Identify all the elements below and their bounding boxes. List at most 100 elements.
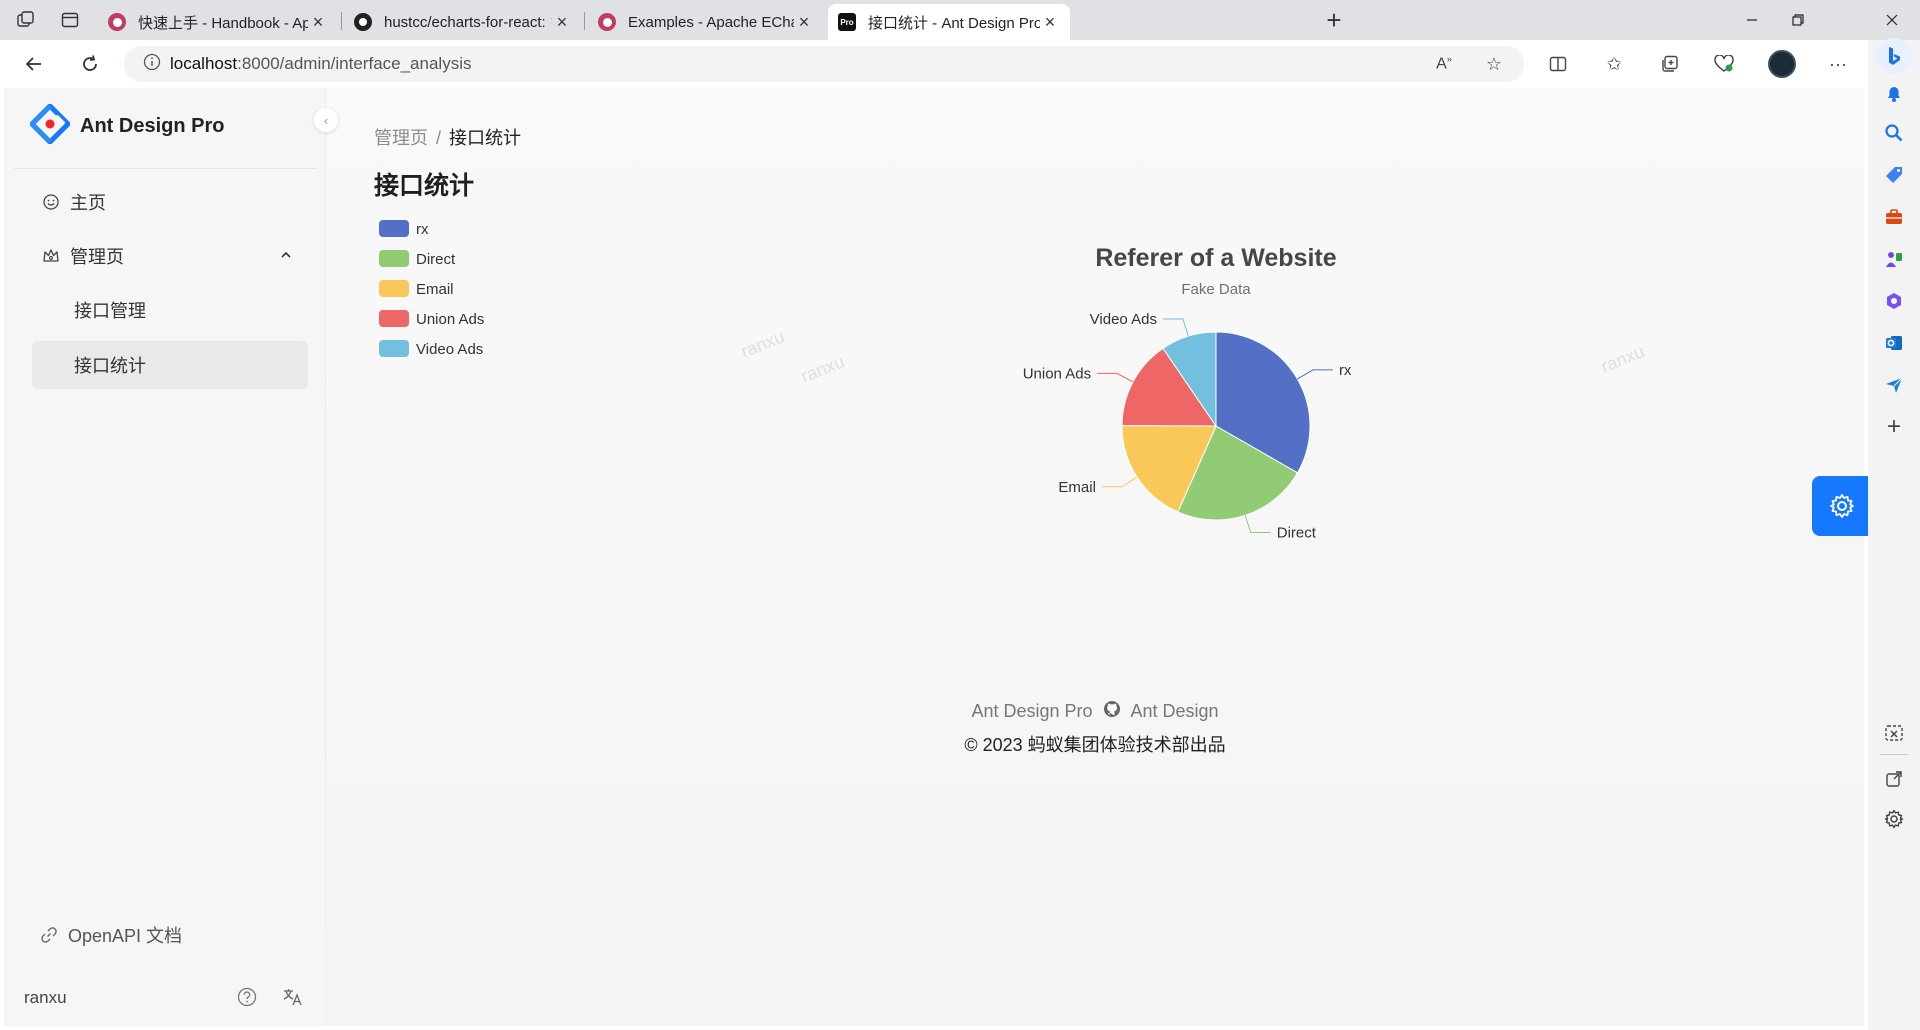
url-text: localhost:8000/admin/interface_analysis [170,54,472,73]
profile-avatar[interactable] [1766,48,1798,80]
translation-icon[interactable] [280,984,306,1010]
pie-label-line [1297,369,1333,380]
chevron-up-icon [280,248,292,264]
add-icon[interactable]: + [1881,413,1907,440]
logo-text: Ant Design Pro [80,114,225,137]
sidebar-item-interface-management[interactable]: 接口管理 [32,286,308,334]
pie-label: Email [1058,479,1096,496]
screenshot-icon[interactable] [1881,720,1907,746]
logo[interactable]: Ant Design Pro [29,103,225,149]
tab-title: 快速上手 - Handbook - Apache E [138,14,308,32]
browser-tab-1[interactable]: 快速上手 - Handbook - Apache E × [98,4,338,40]
legend-swatch [379,310,409,327]
divider [1880,754,1908,755]
breadcrumb: 管理页 / 接口统计 [374,128,522,148]
close-icon[interactable]: × [1040,12,1060,33]
info-icon[interactable] [134,53,170,76]
outlook-icon[interactable] [1881,330,1907,356]
send-icon[interactable] [1881,372,1907,398]
sidebar-settings-icon[interactable] [1881,806,1907,832]
close-icon[interactable]: × [794,12,814,33]
tab-actions-icon[interactable] [52,4,88,36]
browser-tab-strip: 快速上手 - Handbook - Apache E × hustcc/echa… [0,0,1920,40]
ant-design-logo-icon [29,103,71,149]
breadcrumb-item[interactable]: 管理页 [374,128,428,148]
github-icon[interactable] [1103,700,1121,723]
browser-tab-4[interactable]: Pro 接口统计 - Ant Design Pro × [828,4,1070,40]
sidebar-item-label: 管理页 [70,247,124,267]
games-icon[interactable] [1881,246,1907,272]
legend-label: Direct [416,251,456,268]
link-icon [41,927,57,943]
read-aloud-icon[interactable]: A» [1428,48,1460,80]
collections-icon[interactable] [1654,48,1686,80]
sidebar-item-label: 接口管理 [74,301,146,321]
favorite-star-icon[interactable]: ☆ [1478,48,1510,80]
question-circle-icon[interactable] [234,984,260,1010]
back-button[interactable] [16,48,52,80]
footer-link-pro[interactable]: Ant Design Pro [971,701,1092,722]
open-external-icon[interactable] [1881,766,1907,792]
search-icon[interactable] [1881,120,1907,146]
sidebar-item-admin[interactable]: 管理页 [32,232,308,280]
echarts-icon [598,13,616,31]
smile-icon [43,194,59,210]
bing-copilot-icon[interactable] [1876,38,1912,74]
pie-chart: ranxuranxuranxuranxuReferer of a Website… [374,208,1774,568]
split-screen-icon[interactable] [1542,48,1574,80]
tab-title: Examples - Apache ECharts [628,13,794,31]
legend-swatch [379,340,409,357]
footer-link-antd[interactable]: Ant Design [1131,701,1219,722]
divider [14,168,316,169]
pie-label-line [1097,372,1134,383]
copyright-icon: © [964,735,978,755]
legend-label: Video Ads [416,341,483,358]
browser-tab-3[interactable]: Examples - Apache ECharts × [588,4,824,40]
pie-label-line [1244,515,1271,533]
bell-icon[interactable] [1881,80,1907,106]
restore-button[interactable] [1770,0,1826,40]
more-options-icon[interactable]: ··· [1822,48,1854,80]
refresh-button[interactable] [72,48,108,80]
sidebar-item-label: 接口统计 [74,356,146,376]
username[interactable]: ranxu [24,988,67,1008]
tab-title: hustcc/echarts-for-react: 🐍 Apa [384,14,552,31]
sidebar-item-label: 主页 [70,193,106,213]
microsoft-365-icon[interactable] [1881,288,1907,314]
browser-tab-2[interactable]: hustcc/echarts-for-react: 🐍 Apa × [344,4,582,40]
watermark-text: ranxu [738,326,787,361]
edge-sidebar: + [1868,38,1920,1030]
close-icon[interactable]: × [552,12,572,33]
pie-label-line [1101,476,1138,488]
close-window-button[interactable] [1864,0,1920,40]
watermark-text: ranxu [798,351,847,386]
legend-label: Email [416,281,454,298]
chart-title: Referer of a Website [1095,244,1336,272]
chart-canvas: ranxuranxuranxuranxuReferer of a Website… [379,220,1647,541]
legend-swatch [379,250,409,267]
address-bar[interactable]: localhost:8000/admin/interface_analysis [124,46,1524,82]
pro-icon: Pro [838,13,856,31]
echarts-handbook-icon [108,13,126,31]
sidebar-item-interface-analysis[interactable]: 接口统计 [32,341,308,389]
sidebar-item-home[interactable]: 主页 [32,178,308,226]
favorites-icon[interactable]: ✩ [1598,48,1630,80]
watermark-text: ranxu [1598,341,1647,376]
browser-essentials-icon[interactable] [1708,48,1740,80]
tools-icon[interactable] [1881,204,1907,230]
legend-swatch [379,280,409,297]
copyright: © 2023 蚂蚁集团体验技术部出品 [326,731,1864,757]
chart-subtitle: Fake Data [1181,281,1251,298]
workspaces-icon[interactable] [8,4,44,36]
sidebar: Ant Design Pro ‹ 主页 管理页 接口管理 接口统计 OpenAP… [4,88,338,1026]
new-tab-button[interactable]: + [1316,4,1352,36]
pie-label: Union Ads [1023,365,1091,382]
openapi-docs-link[interactable]: OpenAPI 文档 [40,922,182,948]
settings-drawer-button[interactable] [1812,476,1872,536]
main-content: 管理页/接口统计 接口统计 ranxuranxuranxuranxuRefere… [326,88,1864,1026]
gear-icon [1830,494,1854,518]
close-icon[interactable]: × [308,12,328,33]
shopping-tag-icon[interactable] [1881,162,1907,188]
breadcrumb-item: 接口统计 [449,128,522,148]
tab-divider [584,12,585,30]
